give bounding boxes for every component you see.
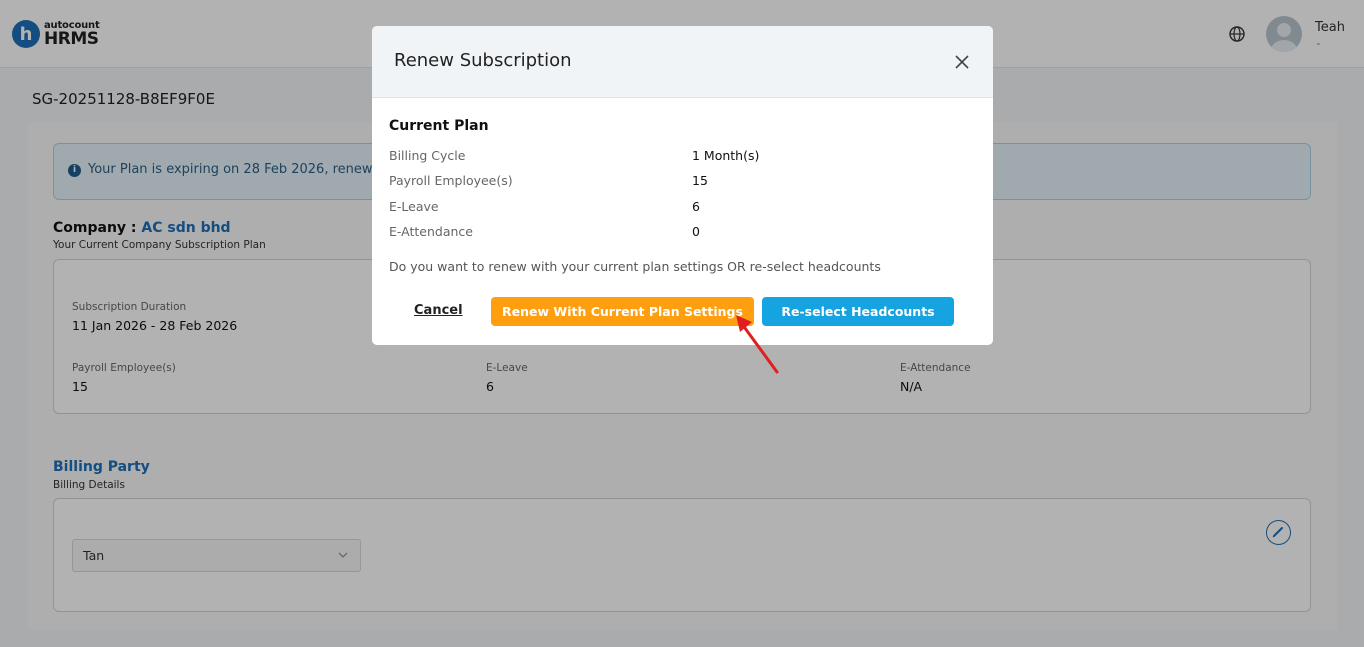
cancel-button[interactable]: Cancel — [414, 303, 463, 318]
eattendance-value: 0 — [692, 224, 700, 239]
billing-cycle-label: Billing Cycle — [389, 148, 466, 163]
eleave-value: 6 — [692, 199, 700, 214]
renew-current-plan-button[interactable]: Renew With Current Plan Settings — [491, 297, 754, 326]
billing-cycle-value: 1 Month(s) — [692, 148, 760, 163]
close-icon[interactable] — [954, 54, 970, 70]
payroll-employees-value: 15 — [692, 173, 708, 188]
eleave-label: E-Leave — [389, 199, 439, 214]
renew-question: Do you want to renew with your current p… — [389, 259, 881, 274]
current-plan-title: Current Plan — [389, 118, 489, 134]
reselect-headcounts-button[interactable]: Re-select Headcounts — [762, 297, 954, 326]
eattendance-label: E-Attendance — [389, 224, 473, 239]
annotation-arrow-icon — [736, 315, 779, 374]
payroll-employees-label: Payroll Employee(s) — [389, 173, 513, 188]
modal-header: Renew Subscription — [372, 26, 993, 98]
modal-title: Renew Subscription — [394, 50, 572, 71]
renew-subscription-modal: Renew Subscription Current Plan Billing … — [372, 26, 993, 345]
